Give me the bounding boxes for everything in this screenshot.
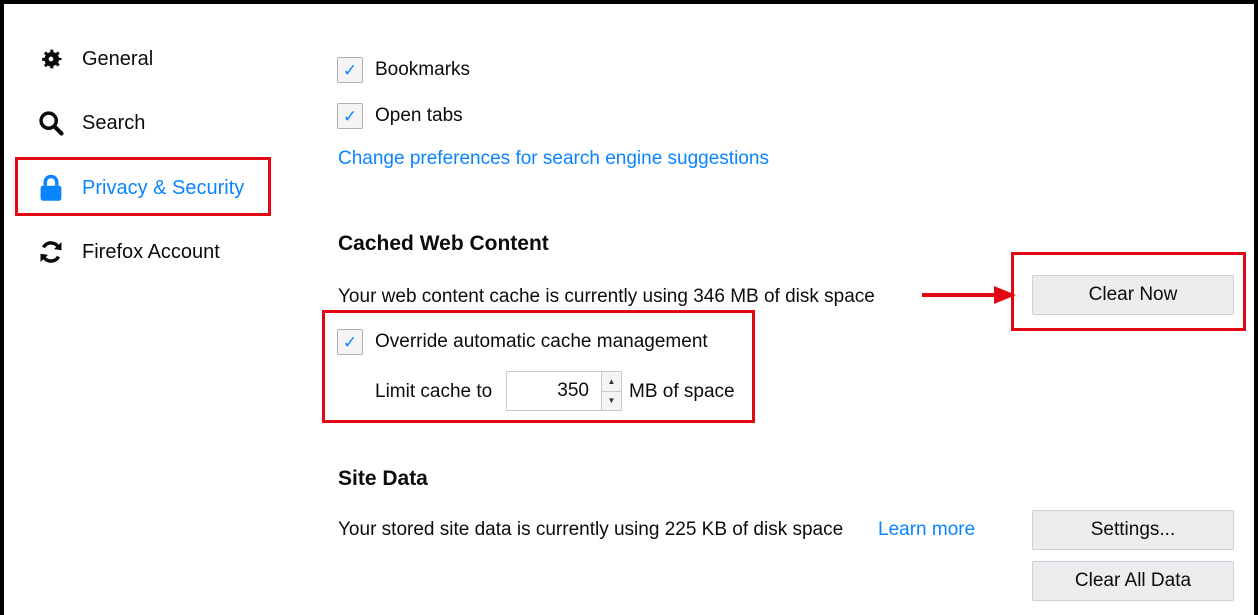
sidebar-item-search[interactable]: Search bbox=[36, 106, 145, 140]
change-search-suggestions-link[interactable]: Change preferences for search engine sug… bbox=[338, 148, 769, 170]
sidebar-item-label: General bbox=[82, 47, 154, 70]
site-data-heading: Site Data bbox=[338, 467, 428, 490]
sidebar-item-label: Firefox Account bbox=[82, 240, 220, 263]
sidebar-item-label: Search bbox=[82, 111, 146, 134]
cached-web-content-heading: Cached Web Content bbox=[338, 232, 549, 255]
open-tabs-label: Open tabs bbox=[375, 105, 463, 126]
open-tabs-checkbox-row[interactable]: ✓ Open tabs bbox=[337, 101, 463, 131]
bookmarks-checkbox-row[interactable]: ✓ Bookmarks bbox=[337, 55, 470, 85]
checkmark-icon: ✓ bbox=[342, 106, 358, 126]
learn-more-link[interactable]: Learn more bbox=[878, 519, 975, 541]
annotation-arrow-icon bbox=[922, 286, 1016, 304]
sidebar-item-firefox-account[interactable]: Firefox Account bbox=[36, 235, 220, 269]
sidebar-item-general[interactable]: General bbox=[36, 42, 153, 76]
clear-all-data-button[interactable]: Clear All Data bbox=[1032, 561, 1234, 601]
site-data-usage-text: Your stored site data is currently using… bbox=[338, 519, 844, 540]
site-data-settings-button[interactable]: Settings... bbox=[1032, 510, 1234, 550]
checkmark-icon: ✓ bbox=[342, 60, 358, 80]
open-tabs-checkbox[interactable]: ✓ bbox=[337, 103, 363, 129]
annotation-box-clear-now bbox=[1011, 252, 1246, 331]
cache-usage-text: Your web content cache is currently usin… bbox=[338, 286, 875, 307]
bookmarks-checkbox[interactable]: ✓ bbox=[337, 57, 363, 83]
annotation-box-privacy bbox=[15, 157, 271, 216]
gear-icon bbox=[36, 44, 66, 74]
bookmarks-label: Bookmarks bbox=[375, 59, 471, 80]
sync-icon bbox=[36, 237, 66, 267]
search-icon bbox=[36, 108, 66, 138]
annotation-box-override bbox=[322, 310, 755, 423]
